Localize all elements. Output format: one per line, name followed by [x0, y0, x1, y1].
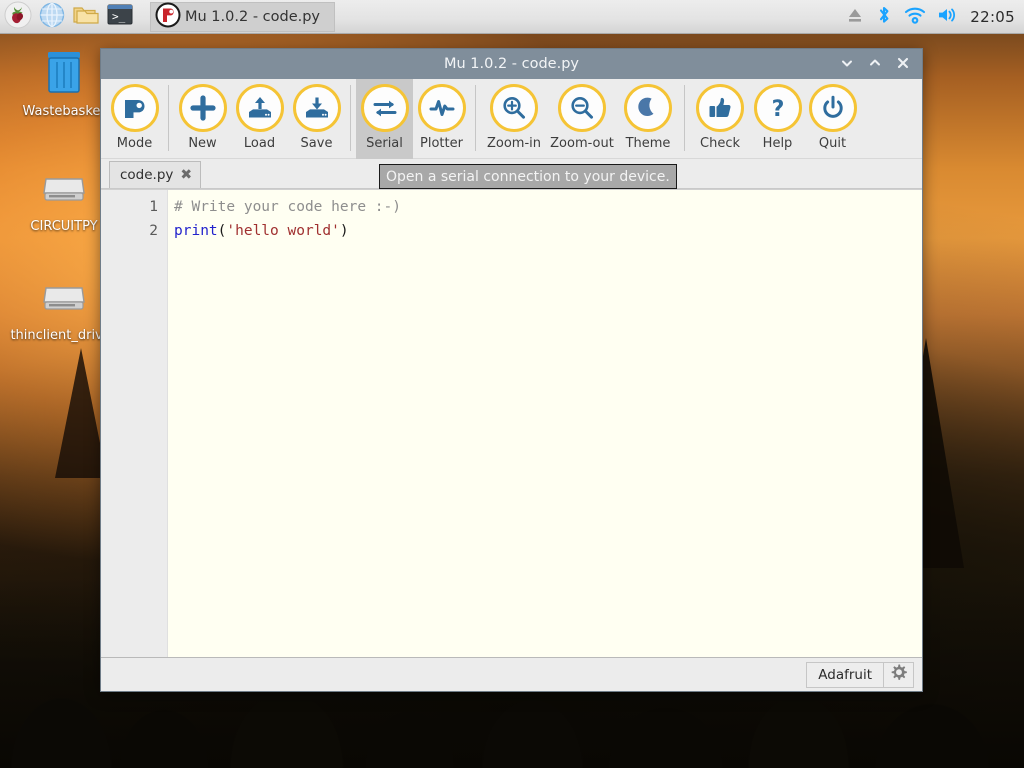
toolbar-button-label: Help — [762, 136, 793, 151]
code-text[interactable]: # Write your code here :-) print('hello … — [168, 190, 922, 657]
plus-icon — [178, 84, 227, 132]
exchange-icon — [360, 84, 409, 132]
toolbar-button-label: Save — [300, 136, 333, 151]
toolbar-button-help[interactable]: ? Help — [750, 79, 805, 159]
code-token-comment: # Write your code here :-) — [174, 199, 401, 215]
bluetooth-icon[interactable] — [875, 5, 893, 29]
taskbar-window-button-label: Mu 1.0.2 - code.py — [185, 8, 321, 25]
svg-text:>_: >_ — [112, 10, 126, 23]
taskbar-launcher-web-browser[interactable] — [36, 1, 68, 33]
globe-icon — [38, 1, 66, 33]
toolbar-button-label: New — [188, 136, 217, 151]
status-bar: Adafruit — [101, 657, 922, 691]
tab-code-py[interactable]: code.py ✖ — [109, 161, 202, 188]
taskbar-launcher-raspberry-menu[interactable] — [2, 1, 34, 33]
zoom-out-icon — [558, 84, 606, 132]
taskbar-clock[interactable]: 22:05 — [970, 8, 1015, 26]
thumbs-up-icon — [696, 84, 744, 132]
toolbar-button-label: Quit — [818, 136, 847, 151]
toolbar-button-label: Plotter — [420, 136, 463, 151]
svg-text:?: ? — [771, 97, 784, 122]
upload-icon — [235, 84, 284, 132]
toolbar-button-label: Zoom-in — [486, 136, 542, 151]
editor-area[interactable]: 1 2 # Write your code here :-) print('he… — [101, 189, 922, 657]
toolbar-separator-3 — [475, 85, 476, 151]
toolbar-button-new[interactable]: New — [174, 79, 231, 159]
code-token-keyword: print — [174, 223, 218, 239]
toolbar-separator-4 — [684, 85, 685, 151]
taskbar-window-button-mu[interactable]: Mu 1.0.2 - code.py — [150, 1, 336, 32]
download-icon — [292, 84, 341, 132]
mode-status-label: Adafruit — [818, 666, 872, 683]
toolbar-button-label: Theme — [625, 136, 671, 151]
mode-status-button[interactable]: Adafruit — [806, 661, 884, 688]
volume-icon[interactable] — [937, 6, 959, 28]
toolbar-button-label: Serial — [366, 136, 403, 151]
close-icon[interactable] — [896, 56, 910, 73]
line-number: 1 — [149, 199, 158, 215]
toolbar-button-zoom-out[interactable]: Zoom-out — [547, 79, 617, 159]
taskbar: >_ Mu 1.0.2 - code.py 22:05 — [0, 0, 1024, 34]
power-icon — [808, 84, 857, 132]
toolbar: Mode New Load Save Serial Plotter Zoom-i… — [101, 79, 922, 159]
code-line: # Write your code here :-) — [174, 195, 922, 219]
toolbar-button-check[interactable]: Check — [690, 79, 750, 159]
wifi-icon[interactable] — [904, 6, 926, 28]
mu-editor-window: Mu 1.0.2 - code.py Mode New Load Save Se… — [100, 48, 923, 692]
toolbar-button-zoom-in[interactable]: Zoom-in — [481, 79, 547, 159]
toolbar-button-label: Load — [243, 136, 276, 151]
window-controls — [840, 56, 922, 73]
code-token-punct: ) — [339, 223, 349, 239]
tab-bar: code.py ✖ Open a serial connection to yo… — [101, 159, 922, 189]
toolbar-button-theme[interactable]: Theme — [617, 79, 679, 159]
moon-icon — [624, 84, 672, 132]
toolbar-button-plotter[interactable]: Plotter — [413, 79, 470, 159]
toolbar-button-label: Check — [700, 136, 740, 151]
toolbar-button-label: Zoom-out — [550, 136, 614, 151]
code-line: print('hello world') — [174, 219, 922, 243]
toolbar-button-serial[interactable]: Serial — [356, 79, 413, 159]
settings-button[interactable] — [884, 661, 914, 688]
question-icon: ? — [753, 84, 802, 132]
toolbar-separator-1 — [168, 85, 169, 151]
terminal-icon: >_ — [106, 1, 134, 33]
tab-label: code.py — [120, 167, 174, 183]
toolbar-button-save[interactable]: Save — [288, 79, 345, 159]
mode-icon — [110, 84, 159, 132]
minimize-icon[interactable] — [840, 56, 854, 73]
toolbar-button-label: Mode — [116, 136, 153, 151]
folder-icon — [72, 1, 100, 33]
toolbar-button-load[interactable]: Load — [231, 79, 288, 159]
toolbar-separator-2 — [350, 85, 351, 151]
gear-icon — [889, 663, 908, 686]
code-token-string: 'hello world' — [226, 223, 340, 239]
window-title: Mu 1.0.2 - code.py — [443, 56, 580, 72]
line-number: 2 — [149, 223, 158, 239]
mu-icon — [155, 2, 181, 32]
line-number-gutter: 1 2 — [101, 190, 168, 657]
taskbar-launcher-terminal[interactable]: >_ — [104, 1, 136, 33]
toolbar-button-quit[interactable]: Quit — [805, 79, 860, 159]
pulse-icon — [417, 84, 466, 132]
eject-icon[interactable] — [846, 6, 864, 28]
maximize-icon[interactable] — [868, 56, 882, 73]
taskbar-launcher-file-manager[interactable] — [70, 1, 102, 33]
close-icon[interactable]: ✖ — [180, 167, 192, 183]
raspberry-icon — [4, 1, 32, 33]
window-titlebar[interactable]: Mu 1.0.2 - code.py — [101, 49, 922, 79]
system-tray: 22:05 — [846, 5, 1024, 29]
toolbar-button-mode[interactable]: Mode — [106, 79, 163, 159]
zoom-in-icon — [490, 84, 538, 132]
tooltip: Open a serial connection to your device. — [379, 164, 677, 189]
